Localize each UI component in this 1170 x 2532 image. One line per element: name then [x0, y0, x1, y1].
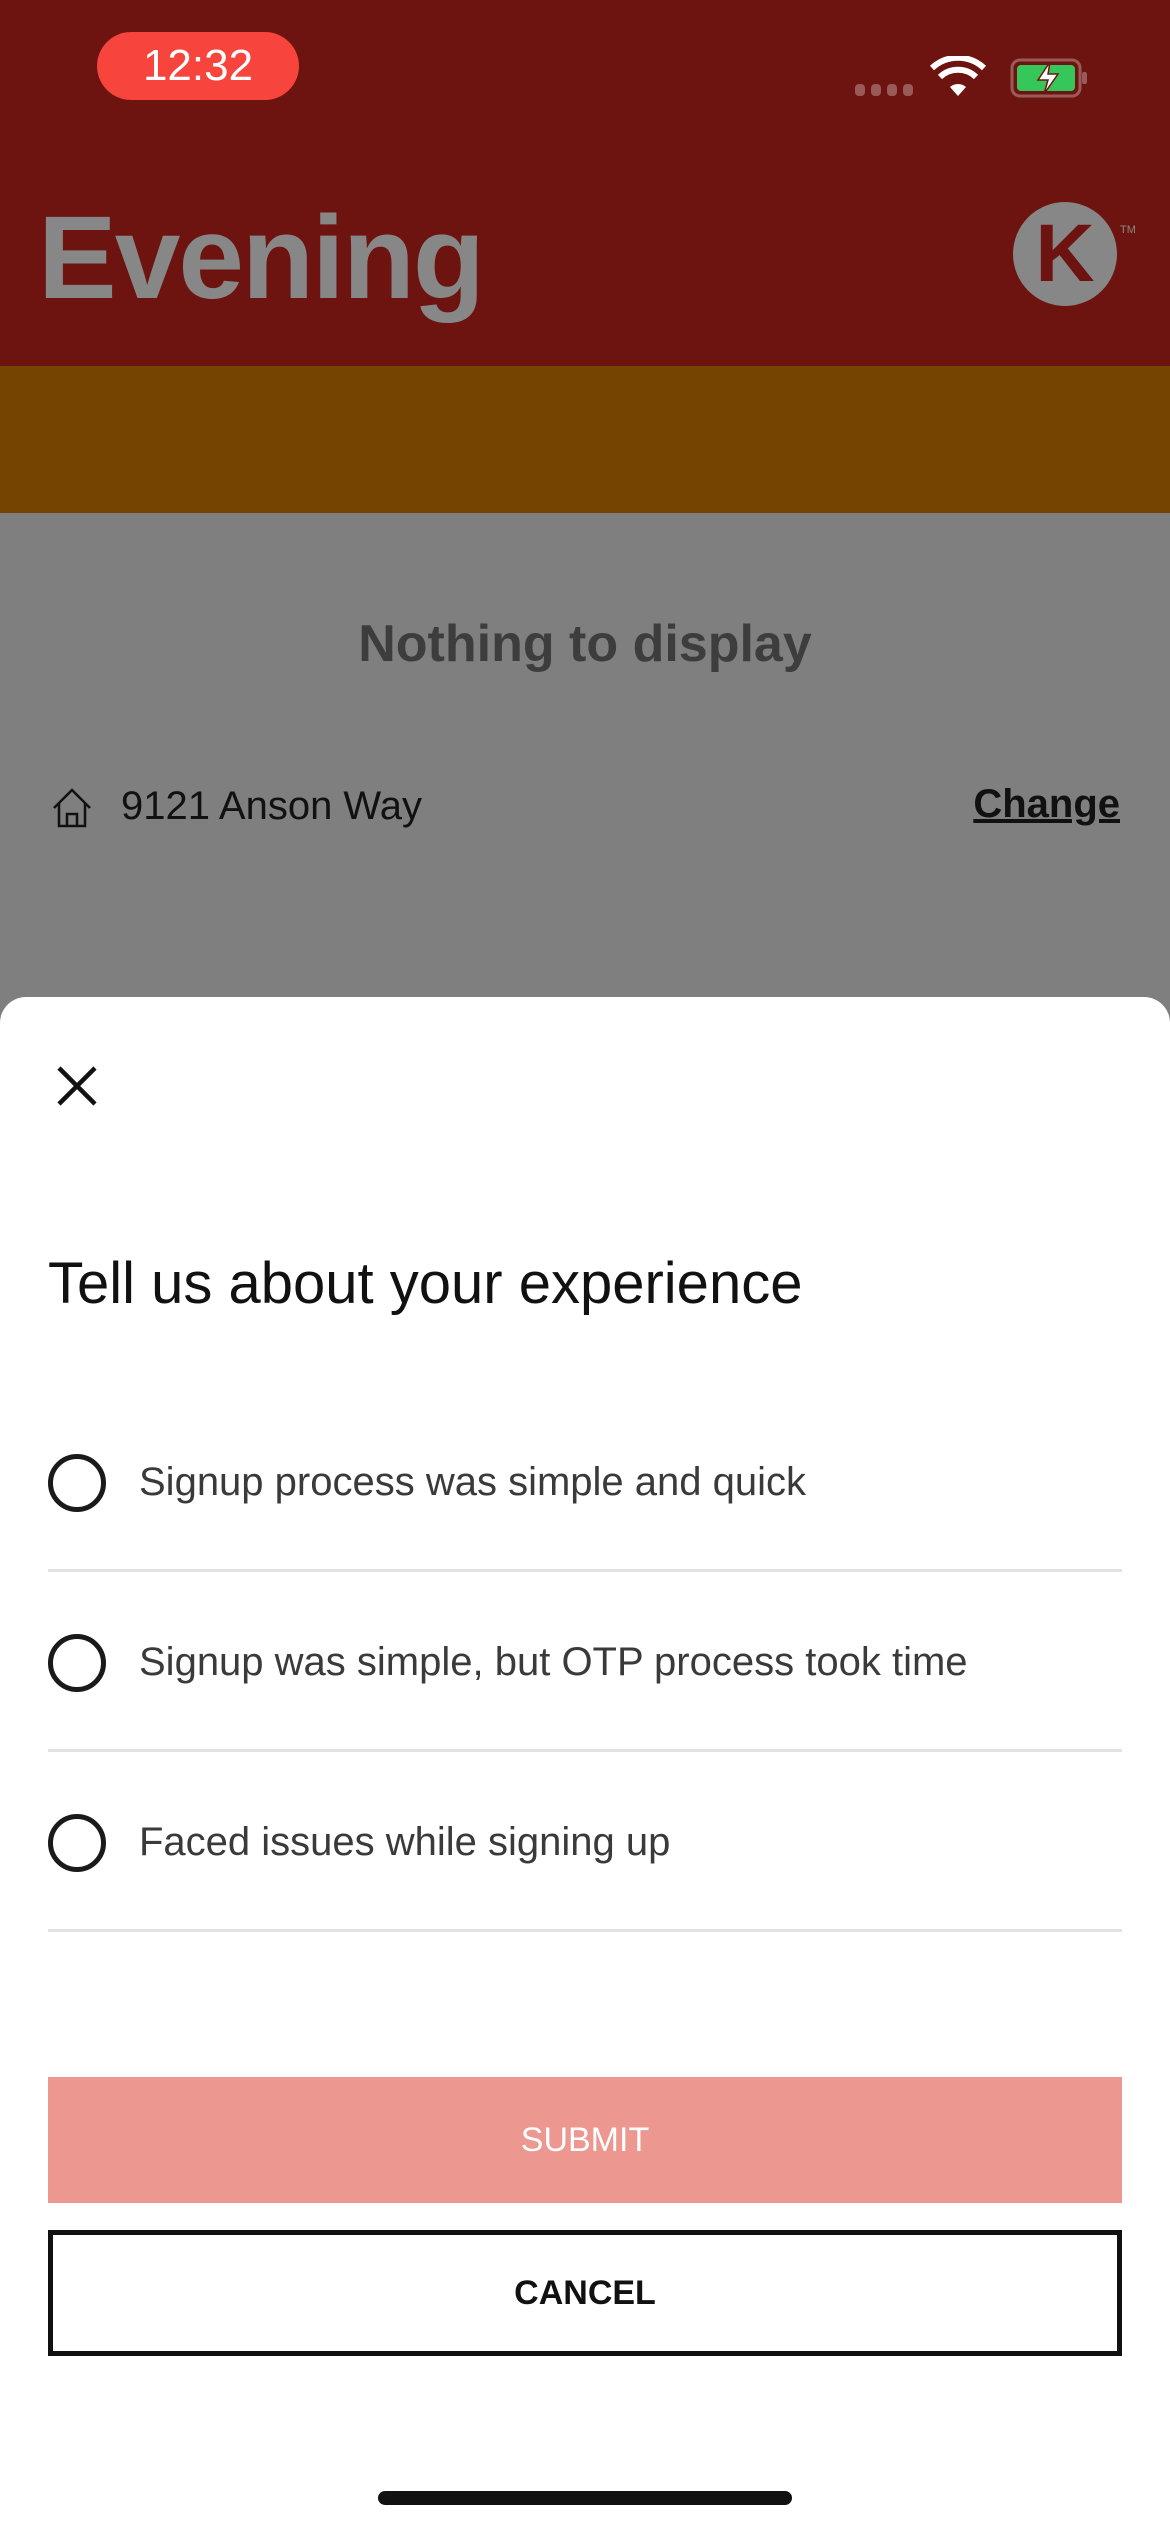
- address-bar: 9121 Anson Way Change: [0, 366, 1170, 828]
- close-icon[interactable]: [55, 1064, 99, 1108]
- battery-charging-icon: [1010, 58, 1087, 98]
- page-title: Evening: [38, 192, 485, 324]
- option-simple-quick[interactable]: Signup process was simple and quick: [48, 1392, 1122, 1572]
- option-faced-issues[interactable]: Faced issues while signing up: [48, 1752, 1122, 1932]
- cellular-signal-icon: [855, 84, 913, 96]
- option-label: Signup process was simple and quick: [139, 1460, 807, 1504]
- submit-button[interactable]: SUBMIT: [48, 2077, 1122, 2203]
- empty-state-text: Nothing to display: [358, 615, 812, 673]
- header: 12:32 Evening K TM: [0, 0, 1170, 366]
- home-icon: [53, 788, 91, 828]
- logo-trademark: TM: [1120, 224, 1136, 236]
- change-address-link[interactable]: Change: [973, 782, 1120, 827]
- brand-logo: K: [1013, 202, 1117, 306]
- radio-button[interactable]: [48, 1454, 106, 1512]
- wifi-icon: [930, 56, 986, 96]
- option-label: Faced issues while signing up: [139, 1820, 671, 1864]
- home-indicator: [378, 2491, 792, 2505]
- option-otp-slow[interactable]: Signup was simple, but OTP process took …: [48, 1572, 1122, 1752]
- status-time: 12:32: [97, 32, 299, 100]
- logo-letter: K: [1035, 208, 1095, 299]
- option-label: Signup was simple, but OTP process took …: [139, 1640, 968, 1684]
- cancel-button[interactable]: CANCEL: [48, 2230, 1122, 2356]
- radio-button[interactable]: [48, 1814, 106, 1872]
- radio-button[interactable]: [48, 1634, 106, 1692]
- sheet-title: Tell us about your experience: [48, 1251, 803, 1316]
- address-text: 9121 Anson Way: [121, 784, 422, 828]
